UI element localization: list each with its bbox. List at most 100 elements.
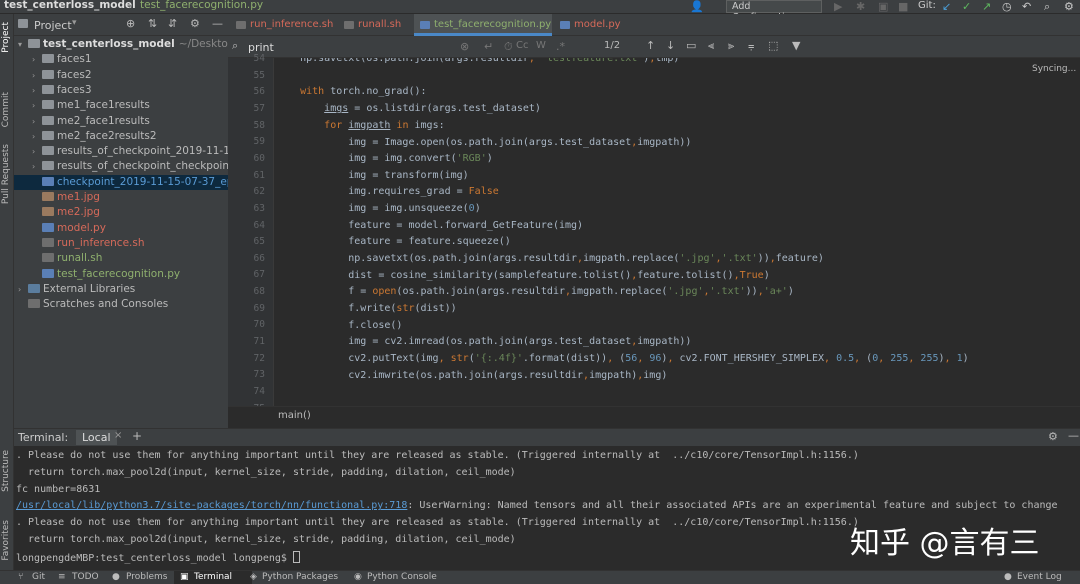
tree-item[interactable]: me2.jpg [14, 205, 228, 220]
collapse-all-icon[interactable]: ⇵ [168, 17, 177, 30]
chevron-right-icon[interactable]: › [18, 282, 28, 297]
tree-item[interactable]: › External Libraries [14, 282, 228, 297]
chevron-right-icon[interactable]: › [32, 68, 42, 83]
gear-icon[interactable]: ⚙ [190, 17, 200, 30]
line-number: 59 [253, 136, 265, 148]
tree-item[interactable]: › results_of_checkpoint_2019-11-15 [14, 144, 228, 159]
structure-tool-tab[interactable]: Structure [1, 450, 11, 492]
project-name[interactable]: test_centerloss_model [4, 0, 136, 11]
tree-item[interactable]: › me2_face1results [14, 114, 228, 129]
code-line: img = Image.open(os.path.join(args.test_… [276, 137, 692, 148]
run-icon[interactable]: ▶ [834, 0, 842, 13]
terminal-tab-local[interactable]: Local [76, 430, 117, 445]
code-editor[interactable]: np.savetxt(os.path.join(args.resultdir, … [276, 58, 1036, 406]
tree-item[interactable]: › me2_face2results2 [14, 129, 228, 144]
previous-occurrence-icon[interactable]: ↑ [646, 39, 655, 52]
select-occurrences-icon[interactable]: ⬚ [768, 39, 778, 52]
pull-requests-tool-tab[interactable]: Pull Requests [1, 144, 11, 204]
coverage-icon[interactable]: ▣ [878, 0, 888, 13]
chevron-right-icon[interactable]: › [32, 129, 42, 144]
chevron-right-icon[interactable]: › [32, 114, 42, 129]
chevron-down-icon[interactable]: ▾ [18, 37, 28, 52]
add-selection-icon[interactable]: ⫷ [708, 39, 714, 53]
editor-tab-label: runall.sh [358, 19, 402, 30]
tree-item[interactable]: › faces3 [14, 83, 228, 98]
add-configuration-button[interactable]: Add Configuration... [726, 0, 822, 23]
search-icon[interactable]: ⌕ [232, 39, 238, 53]
tree-item[interactable]: › me1_face1results [14, 98, 228, 113]
event-log-tool-button[interactable]: Event Log [1017, 572, 1062, 582]
regex-icon[interactable]: .* [556, 40, 565, 53]
tree-item-label: faces1 [57, 53, 92, 66]
problems-tool-button[interactable]: Problems [126, 572, 167, 582]
tree-item[interactable]: › faces1 [14, 52, 228, 67]
editor-tab[interactable]: runall.sh × [338, 14, 412, 52]
locate-icon[interactable]: ⊕ [126, 17, 135, 30]
tree-item[interactable]: model.py [14, 221, 228, 236]
hide-icon[interactable]: — [1068, 429, 1079, 442]
add-tab-icon[interactable]: + [132, 429, 142, 443]
tree-item[interactable]: › faces2 [14, 68, 228, 83]
terminal-cursor[interactable] [292, 550, 300, 563]
chevron-down-icon[interactable]: ▾ [72, 18, 77, 28]
toggle-selection-icon[interactable]: ⩦ [748, 39, 754, 53]
settings-icon[interactable]: ⚙ [1064, 0, 1074, 13]
python-packages-tool-button[interactable]: Python Packages [262, 572, 338, 582]
hide-icon[interactable]: — [212, 17, 223, 30]
search-input[interactable] [248, 39, 448, 55]
tree-item[interactable]: runall.sh [14, 251, 228, 266]
folder-icon [42, 54, 54, 64]
rollback-icon[interactable]: ↶ [1022, 0, 1031, 13]
git-commit-icon[interactable]: ✓ [962, 0, 971, 13]
search-everywhere-icon[interactable]: ⌕ [1044, 0, 1050, 14]
git-tool-button[interactable]: Git [32, 572, 45, 582]
editor-tab[interactable]: model.py × [554, 14, 624, 52]
project-panel-title[interactable]: Project [34, 19, 72, 32]
match-case-icon[interactable]: Cc [516, 40, 528, 51]
git-push-icon[interactable]: ↗ [982, 0, 991, 13]
newline-icon[interactable]: ↵ [484, 40, 493, 53]
chevron-right-icon[interactable]: › [32, 52, 42, 67]
editor-tab[interactable]: run_inference.sh × [230, 14, 336, 52]
tree-item[interactable]: test_facerecognition.py [14, 267, 228, 282]
expand-all-icon[interactable]: ⇅ [148, 17, 157, 30]
terminal-tool-button[interactable]: Terminal [194, 572, 232, 582]
todo-tool-button[interactable]: TODO [72, 572, 99, 582]
terminal-line: . Please do not use them for anything im… [16, 450, 859, 461]
project-tool-tab[interactable]: Project [1, 22, 11, 53]
python-console-tool-button[interactable]: Python Console [367, 572, 437, 582]
tree-item[interactable]: › results_of_checkpoint_checkpoint [14, 159, 228, 174]
favorites-tool-tab[interactable]: Favorites [1, 520, 11, 561]
user-icon[interactable]: 👤 [690, 0, 704, 13]
editor-tab[interactable]: test_facerecognition.py × [414, 14, 552, 52]
tree-item[interactable]: me1.jpg [14, 190, 228, 205]
current-file-name[interactable]: test_facerecognition.py [140, 0, 263, 11]
breadcrumb-item[interactable]: main() [278, 410, 311, 421]
filter-icon[interactable]: ▼ [792, 39, 800, 52]
history-icon[interactable]: ⏱ [504, 40, 513, 54]
debug-icon[interactable]: ✱ [856, 0, 865, 13]
tree-item[interactable]: checkpoint_2019-11-15-07-37_ep [14, 174, 228, 190]
history-icon[interactable]: ◷ [1002, 0, 1012, 13]
line-number: 57 [253, 102, 265, 114]
close-icon[interactable]: × [114, 430, 122, 441]
gear-icon[interactable]: ⚙ [1048, 430, 1058, 443]
tree-item[interactable]: Scratches and Consoles [14, 297, 228, 312]
folder-icon [18, 19, 28, 28]
next-occurrence-icon[interactable]: ↓ [666, 39, 675, 52]
chevron-right-icon[interactable]: › [32, 144, 42, 159]
tree-item[interactable]: run_inference.sh [14, 236, 228, 251]
stop-icon[interactable]: ■ [898, 0, 908, 13]
chevron-right-icon[interactable]: › [32, 159, 42, 174]
select-all-occurrences-icon[interactable]: ▭ [686, 39, 696, 52]
commit-tool-tab[interactable]: Commit [1, 92, 11, 127]
clear-search-icon[interactable]: ⊗ [460, 40, 469, 53]
terminal-file-link[interactable]: /usr/local/lib/python3.7/site-packages/t… [16, 500, 407, 511]
chevron-right-icon[interactable]: › [32, 98, 42, 113]
remove-selection-icon[interactable]: ⫸ [728, 39, 734, 53]
whole-word-icon[interactable]: W [536, 40, 546, 51]
tree-item[interactable]: ▾ test_centerloss_model~/Desktop/ [14, 37, 228, 52]
tree-item-label: me1.jpg [57, 191, 100, 203]
chevron-right-icon[interactable]: › [32, 83, 42, 98]
git-update-icon[interactable]: ↙ [942, 0, 951, 13]
